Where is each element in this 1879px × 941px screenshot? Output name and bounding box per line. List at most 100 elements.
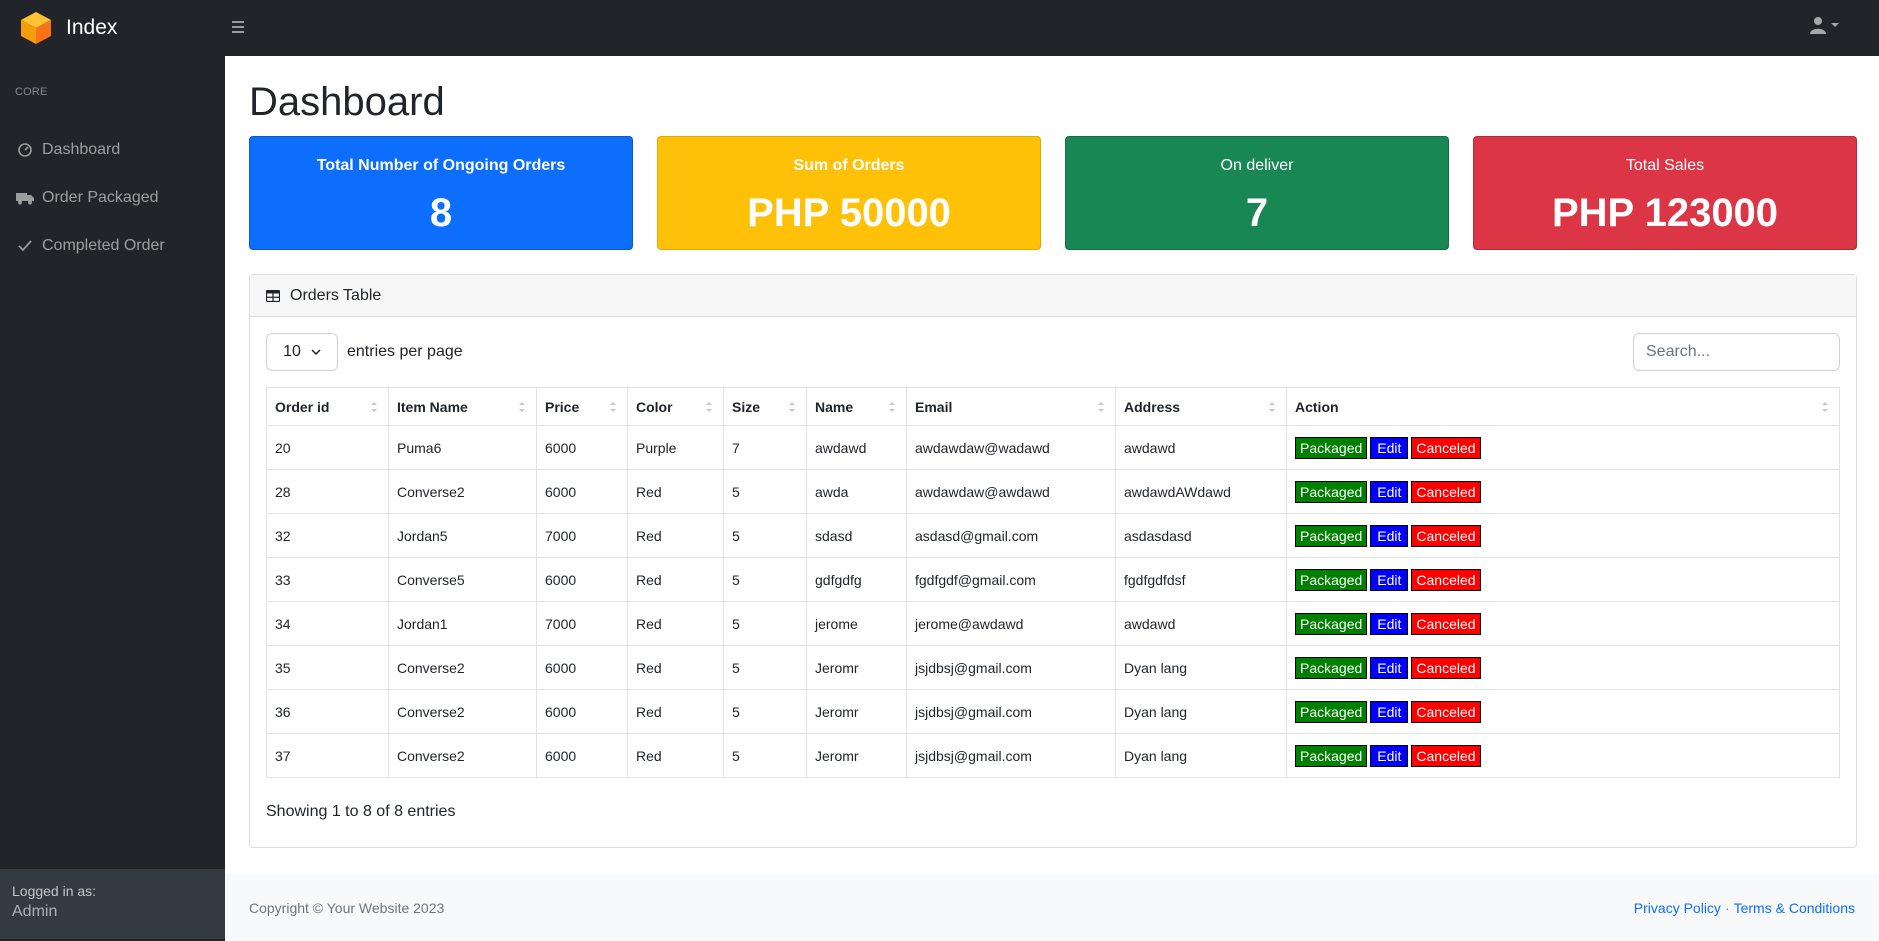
size-cell: 5: [723, 513, 807, 558]
entries-per-page-select[interactable]: 10: [266, 333, 338, 371]
item-name-cell: Jordan5: [388, 513, 537, 558]
edit-button[interactable]: Edit: [1370, 436, 1409, 459]
edit-button[interactable]: Edit: [1370, 568, 1409, 591]
edit-button[interactable]: Edit: [1370, 524, 1409, 547]
edit-button[interactable]: Edit: [1370, 612, 1409, 635]
table-row: 28 Converse2 6000 Red 5 awda awdawdaw@aw…: [266, 469, 1840, 514]
item-name-cell: Puma6: [388, 425, 537, 470]
color-cell: Red: [627, 689, 724, 734]
column-header[interactable]: Size: [723, 387, 807, 426]
canceled-button[interactable]: Canceled: [1411, 612, 1481, 635]
address-cell: awdawdAWdawd: [1115, 469, 1287, 514]
sidebar-item-dashboard[interactable]: Dashboard: [0, 126, 225, 174]
customer-name-cell: awdawd: [806, 425, 907, 470]
search-input[interactable]: [1633, 333, 1840, 371]
user-menu-dropdown[interactable]: [1809, 16, 1839, 34]
packaged-button[interactable]: Packaged: [1295, 744, 1368, 767]
action-cell: Packaged Edit Canceled: [1286, 513, 1840, 558]
column-header[interactable]: Order id: [266, 387, 389, 426]
orders-table-title: Orders Table: [290, 286, 382, 304]
price-cell: 7000: [536, 601, 628, 646]
price-cell: 7000: [536, 513, 628, 558]
brand[interactable]: Index: [0, 0, 225, 56]
table-controls: 10 entries per page: [266, 333, 463, 371]
packaged-button[interactable]: Packaged: [1295, 656, 1368, 679]
sidebar-heading: CORE: [15, 86, 48, 98]
caret-down-icon: [1831, 23, 1839, 27]
sidebar-item-label: Dashboard: [42, 141, 121, 158]
packaged-button[interactable]: Packaged: [1295, 436, 1368, 459]
stat-card-value: PHP 123000: [1551, 191, 1779, 235]
sidebar-item-order-packaged[interactable]: Order Packaged: [0, 174, 225, 222]
privacy-policy-link[interactable]: Privacy Policy: [1634, 900, 1721, 916]
packaged-button[interactable]: Packaged: [1295, 524, 1368, 547]
table-row: 37 Converse2 6000 Red 5 Jeromr jsjdbsj@g…: [266, 733, 1840, 778]
color-cell: Red: [627, 733, 724, 778]
color-cell: Purple: [627, 425, 724, 470]
item-name-cell: Jordan1: [388, 601, 537, 646]
column-header[interactable]: Color: [627, 387, 724, 426]
stat-card-title: Total Number of Ongoing Orders: [316, 157, 566, 174]
terms-link[interactable]: Terms & Conditions: [1734, 900, 1855, 916]
entries-per-page-label: entries per page: [347, 343, 463, 360]
edit-button[interactable]: Edit: [1370, 656, 1409, 679]
edit-button[interactable]: Edit: [1370, 744, 1409, 767]
stat-card-value: PHP 50000: [747, 191, 951, 235]
sidebar-item-completed-order[interactable]: Completed Order: [0, 222, 225, 270]
sidebar-toggle-button[interactable]: [232, 16, 248, 38]
column-header[interactable]: Action: [1286, 387, 1840, 426]
edit-button[interactable]: Edit: [1370, 480, 1409, 503]
action-cell: Packaged Edit Canceled: [1286, 469, 1840, 514]
address-cell: asdasdasd: [1115, 513, 1287, 558]
column-header[interactable]: Item Name: [388, 387, 537, 426]
canceled-button[interactable]: Canceled: [1411, 568, 1481, 591]
sidebar-item-label: Order Packaged: [42, 189, 159, 206]
sidebar-footer: Logged in as: Admin: [0, 869, 225, 939]
table-row: 35 Converse2 6000 Red 5 Jeromr jsjdbsj@g…: [266, 645, 1840, 690]
price-cell: 6000: [536, 425, 628, 470]
canceled-button[interactable]: Canceled: [1411, 524, 1481, 547]
packaged-button[interactable]: Packaged: [1295, 612, 1368, 635]
orders-table: Order id Item Name Price Color Size Name…: [266, 387, 1840, 778]
truck-icon: [16, 191, 34, 205]
email-cell: asdasd@gmail.com: [906, 513, 1116, 558]
edit-button[interactable]: Edit: [1370, 700, 1409, 723]
orders-table-card: Orders Table 10 entries per page Order i…: [249, 274, 1857, 848]
email-cell: awdawdaw@wadawd: [906, 425, 1116, 470]
color-cell: Red: [627, 601, 724, 646]
packaged-button[interactable]: Packaged: [1295, 700, 1368, 723]
column-header[interactable]: Email: [906, 387, 1116, 426]
column-header[interactable]: Name: [806, 387, 907, 426]
canceled-button[interactable]: Canceled: [1411, 436, 1481, 459]
column-header[interactable]: Address: [1115, 387, 1287, 426]
sort-icon: [1822, 402, 1828, 412]
order-id-cell: 33: [266, 557, 389, 602]
column-header[interactable]: Price: [536, 387, 628, 426]
address-cell: awdawd: [1115, 601, 1287, 646]
table-row: 20 Puma6 6000 Purple 7 awdawd awdawdaw@w…: [266, 425, 1840, 470]
check-icon: [16, 240, 34, 252]
table-header-row: Order id Item Name Price Color Size Name…: [266, 387, 1840, 426]
item-name-cell: Converse5: [388, 557, 537, 602]
table-icon: [266, 289, 280, 302]
address-cell: Dyan lang: [1115, 733, 1287, 778]
packaged-button[interactable]: Packaged: [1295, 480, 1368, 503]
table-row: 36 Converse2 6000 Red 5 Jeromr jsjdbsj@g…: [266, 689, 1840, 734]
size-cell: 7: [723, 425, 807, 470]
sort-icon: [1269, 402, 1275, 412]
order-id-cell: 32: [266, 513, 389, 558]
customer-name-cell: Jeromr: [806, 645, 907, 690]
customer-name-cell: jerome: [806, 601, 907, 646]
brand-name: Index: [66, 16, 118, 39]
address-cell: fgdfgdfdsf: [1115, 557, 1287, 602]
canceled-button[interactable]: Canceled: [1411, 656, 1481, 679]
size-cell: 5: [723, 601, 807, 646]
size-cell: 5: [723, 645, 807, 690]
stat-card-title: On deliver: [1220, 157, 1294, 174]
logged-in-user: Admin: [12, 903, 58, 920]
canceled-button[interactable]: Canceled: [1411, 700, 1481, 723]
action-cell: Packaged Edit Canceled: [1286, 425, 1840, 470]
packaged-button[interactable]: Packaged: [1295, 568, 1368, 591]
canceled-button[interactable]: Canceled: [1411, 744, 1481, 767]
canceled-button[interactable]: Canceled: [1411, 480, 1481, 503]
